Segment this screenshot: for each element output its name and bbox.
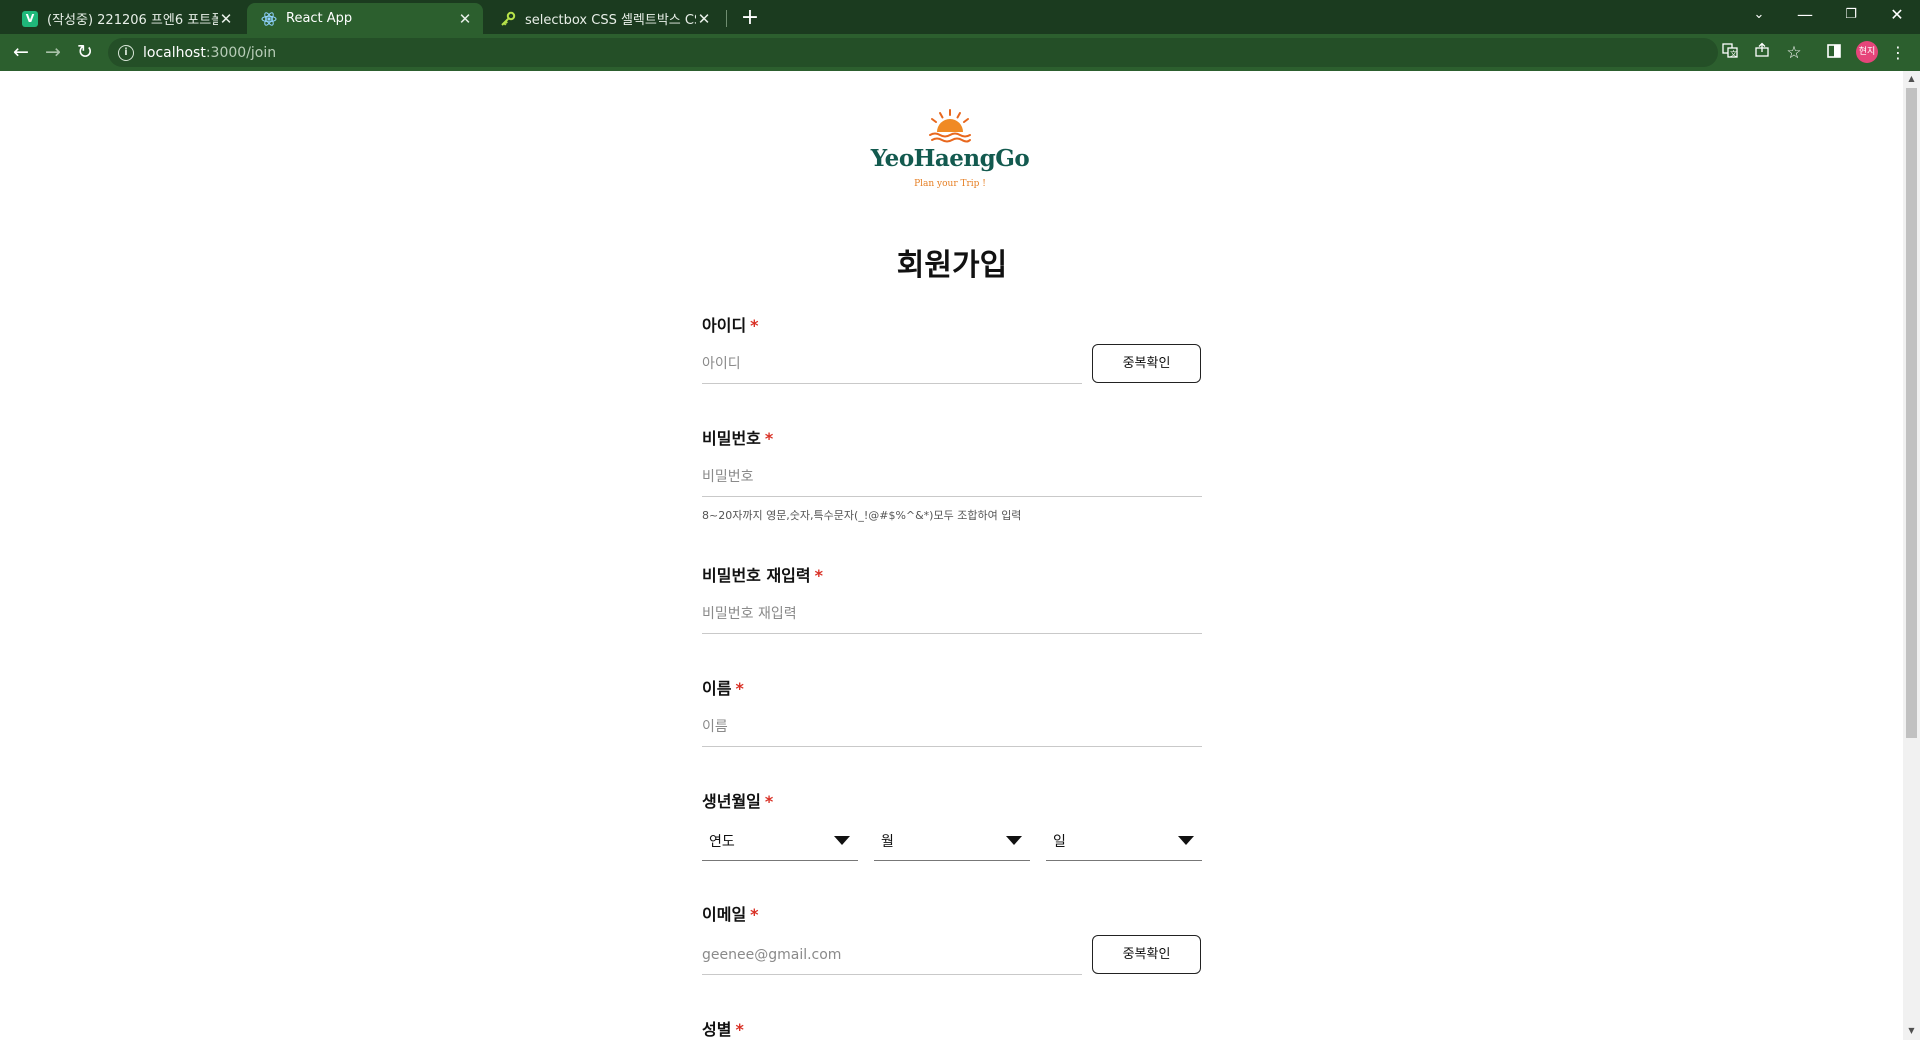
back-button[interactable]: ← (6, 38, 36, 66)
sun-logo-icon (920, 108, 980, 146)
close-tab-icon[interactable]: ✕ (457, 10, 473, 28)
side-panel-icon[interactable] (1821, 40, 1847, 66)
restore-button[interactable]: ❐ (1828, 0, 1874, 30)
password-label: 비밀번호 * (702, 429, 774, 448)
close-tab-icon[interactable]: ✕ (218, 10, 234, 28)
tab-portfolio[interactable]: V (작성중) 221206 프엔6 포트폴리 ✕ (8, 3, 244, 34)
tab-search-icon[interactable]: ⌄ (1736, 0, 1782, 30)
dropdown-arrow-icon (834, 836, 850, 845)
bookmark-star-icon[interactable]: ☆ (1781, 40, 1807, 66)
v-favicon-icon: V (22, 10, 38, 27)
dropdown-arrow-icon (1006, 836, 1022, 845)
required-mark: * (764, 429, 774, 448)
forward-button[interactable]: → (38, 38, 68, 66)
name-field[interactable] (702, 707, 1202, 747)
tab-title: selectbox CSS 셀렉트박스 CSS (525, 13, 696, 28)
id-label: 아이디 * (702, 316, 759, 335)
tab-title: React App (286, 11, 353, 26)
email-duplicate-check-button[interactable]: 중복확인 (1092, 935, 1201, 974)
id-field[interactable] (702, 344, 1082, 384)
react-favicon-icon (261, 11, 277, 27)
dropdown-arrow-icon (1178, 836, 1194, 845)
url-text: localhost:3000/join (143, 44, 277, 61)
id-input[interactable] (702, 355, 1082, 372)
required-mark: * (814, 566, 823, 585)
required-mark: * (750, 905, 759, 924)
password-input[interactable] (702, 468, 1202, 485)
scroll-down-icon[interactable]: ▼ (1906, 1026, 1917, 1036)
birthdate-label: 생년월일 * (702, 792, 774, 811)
minimize-button[interactable]: — (1782, 0, 1828, 30)
page-title: 회원가입 (896, 248, 1008, 283)
password-hint: 8~20자까지 영문,숫자,특수문자(_!@#$%^&*)모두 조합하여 입력 (702, 509, 1022, 522)
email-label: 이메일 * (702, 905, 759, 924)
close-tab-icon[interactable]: ✕ (696, 10, 712, 28)
logo-wordmark[interactable]: YeoHaengGo (860, 145, 1040, 172)
email-field[interactable] (702, 935, 1082, 975)
birth-month-value: 월 (881, 833, 894, 850)
required-mark: * (735, 679, 744, 698)
tab-selectbox-css[interactable]: selectbox CSS 셀렉트박스 CSS ✕ (486, 3, 722, 34)
birth-year-value: 연도 (709, 833, 735, 850)
password-field[interactable] (702, 457, 1202, 497)
scroll-up-icon[interactable]: ▲ (1906, 74, 1917, 84)
password-confirm-label: 비밀번호 재입력 * (702, 566, 823, 585)
name-input[interactable] (702, 718, 1202, 735)
name-label: 이름 * (702, 679, 744, 698)
tab-divider (726, 10, 727, 27)
password-confirm-field[interactable] (702, 594, 1202, 634)
new-tab-button[interactable]: + (736, 5, 764, 31)
profile-avatar[interactable]: 현지 (1856, 41, 1878, 63)
menu-kebab-icon[interactable]: ⋮ (1885, 40, 1911, 66)
birth-year-select[interactable]: 연도 (702, 821, 858, 861)
logo-tagline: Plan your Trip ! (914, 179, 986, 189)
email-input[interactable] (702, 946, 1082, 963)
required-mark: * (735, 1020, 744, 1039)
site-info-icon[interactable]: i (118, 44, 134, 61)
password-confirm-input[interactable] (702, 605, 1202, 622)
tab-title: (작성중) 221206 프엔6 포트폴리 (47, 13, 218, 28)
close-window-button[interactable]: ✕ (1874, 0, 1920, 30)
svg-text:文: 文 (1730, 49, 1737, 58)
gender-label: 성별 * (702, 1020, 744, 1039)
address-bar[interactable]: i localhost:3000/join (108, 38, 1718, 67)
required-mark: * (764, 792, 774, 811)
birth-month-select[interactable]: 월 (874, 821, 1030, 861)
share-icon[interactable] (1749, 40, 1775, 66)
key-favicon-icon (500, 11, 516, 27)
birth-day-select[interactable]: 일 (1046, 821, 1202, 861)
birth-day-value: 일 (1053, 833, 1066, 850)
required-mark: * (750, 316, 759, 335)
id-duplicate-check-button[interactable]: 중복확인 (1092, 344, 1201, 383)
reload-button[interactable]: ↻ (70, 38, 100, 66)
tab-react-app[interactable]: React App ✕ (247, 3, 483, 34)
translate-icon[interactable]: 文 (1717, 40, 1743, 66)
scrollbar-thumb[interactable] (1906, 88, 1917, 738)
